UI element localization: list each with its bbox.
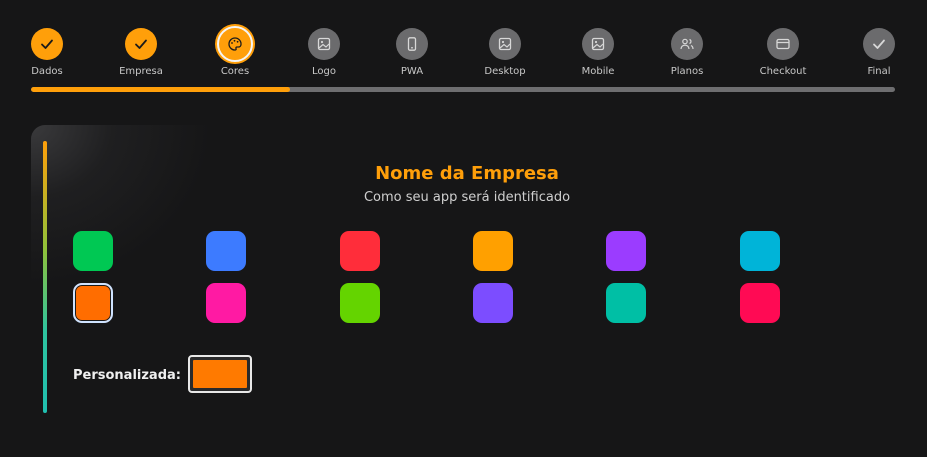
step-checkout[interactable]: Checkout bbox=[743, 28, 823, 77]
step-circle bbox=[217, 26, 253, 62]
step-empresa[interactable]: Empresa bbox=[101, 28, 181, 77]
step-label: Checkout bbox=[759, 66, 807, 77]
step-circle bbox=[396, 28, 428, 60]
step-circle bbox=[125, 28, 157, 60]
color-swatch[interactable] bbox=[606, 283, 646, 323]
progress-bar bbox=[31, 87, 895, 92]
step-label: Cores bbox=[220, 66, 250, 77]
custom-color-preview bbox=[193, 360, 247, 388]
color-card: Nome da Empresa Como seu app será identi… bbox=[31, 125, 895, 425]
smartphone-icon bbox=[404, 36, 420, 52]
palette-icon bbox=[227, 36, 243, 52]
step-label: Empresa bbox=[119, 66, 163, 77]
step-label: Dados bbox=[31, 66, 63, 77]
step-label: Desktop bbox=[484, 66, 526, 77]
step-circle bbox=[767, 28, 799, 60]
step-circle bbox=[863, 28, 895, 60]
step-circle bbox=[308, 28, 340, 60]
check-icon bbox=[871, 36, 887, 52]
step-circle bbox=[582, 28, 614, 60]
step-dados[interactable]: Dados bbox=[7, 28, 87, 77]
image-icon bbox=[497, 36, 513, 52]
image-icon bbox=[590, 36, 606, 52]
image-icon bbox=[316, 36, 332, 52]
step-circle bbox=[31, 28, 63, 60]
onboarding-page: Dados Empresa Cores Logo PWA Desktop Mobile Pla… bbox=[0, 0, 927, 457]
color-swatch[interactable] bbox=[606, 231, 646, 271]
step-circle bbox=[489, 28, 521, 60]
card-subtitle: Como seu app será identificado bbox=[363, 190, 571, 205]
check-icon bbox=[39, 36, 55, 52]
color-swatch[interactable] bbox=[206, 231, 246, 271]
color-swatch[interactable] bbox=[740, 231, 780, 271]
custom-color-input[interactable] bbox=[188, 355, 252, 393]
color-swatch[interactable] bbox=[206, 283, 246, 323]
step-label: Final bbox=[867, 66, 891, 77]
card-title: Nome da Empresa bbox=[375, 163, 559, 184]
stepper: Dados Empresa Cores Logo PWA Desktop Mobile Pla… bbox=[0, 0, 927, 100]
step-label: Planos bbox=[670, 66, 704, 77]
users-icon bbox=[679, 36, 695, 52]
step-logo[interactable]: Logo bbox=[284, 28, 364, 77]
credit-card-icon bbox=[775, 36, 791, 52]
color-swatch[interactable] bbox=[473, 283, 513, 323]
color-swatch[interactable] bbox=[740, 283, 780, 323]
check-icon bbox=[133, 36, 149, 52]
color-swatch[interactable] bbox=[340, 283, 380, 323]
step-cores[interactable]: Cores bbox=[195, 26, 275, 77]
progress-fill bbox=[31, 87, 291, 92]
custom-color-label: Personalizada: bbox=[73, 368, 181, 383]
step-label: Logo bbox=[312, 66, 336, 77]
step-final[interactable]: Final bbox=[839, 28, 919, 77]
color-swatch[interactable] bbox=[340, 231, 380, 271]
color-swatch[interactable] bbox=[73, 231, 113, 271]
step-mobile[interactable]: Mobile bbox=[558, 28, 638, 77]
step-planos[interactable]: Planos bbox=[647, 28, 727, 77]
step-label: PWA bbox=[400, 66, 424, 77]
step-desktop[interactable]: Desktop bbox=[465, 28, 545, 77]
color-swatch[interactable] bbox=[473, 231, 513, 271]
step-pwa[interactable]: PWA bbox=[372, 28, 452, 77]
step-label: Mobile bbox=[581, 66, 615, 77]
step-circle bbox=[671, 28, 703, 60]
color-swatch[interactable] bbox=[73, 283, 113, 323]
